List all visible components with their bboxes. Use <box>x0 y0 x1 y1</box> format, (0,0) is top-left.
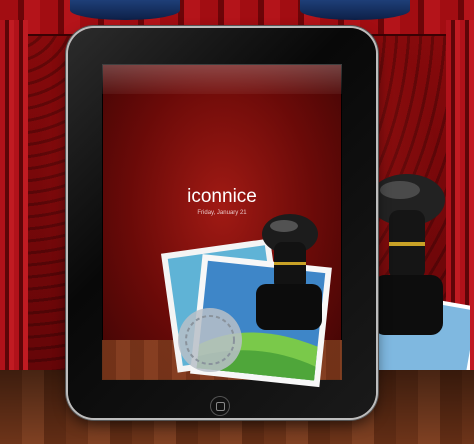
blue-drape-right <box>300 0 410 20</box>
curtain-left <box>0 20 28 370</box>
photo-stamp-icon <box>160 214 332 388</box>
status-bar <box>102 64 342 94</box>
stage-background: iconnice Friday, January 21 <box>0 0 474 444</box>
seal-emblem-icon <box>178 308 242 372</box>
blue-drape-left <box>70 0 180 20</box>
home-button[interactable] <box>211 397 229 415</box>
